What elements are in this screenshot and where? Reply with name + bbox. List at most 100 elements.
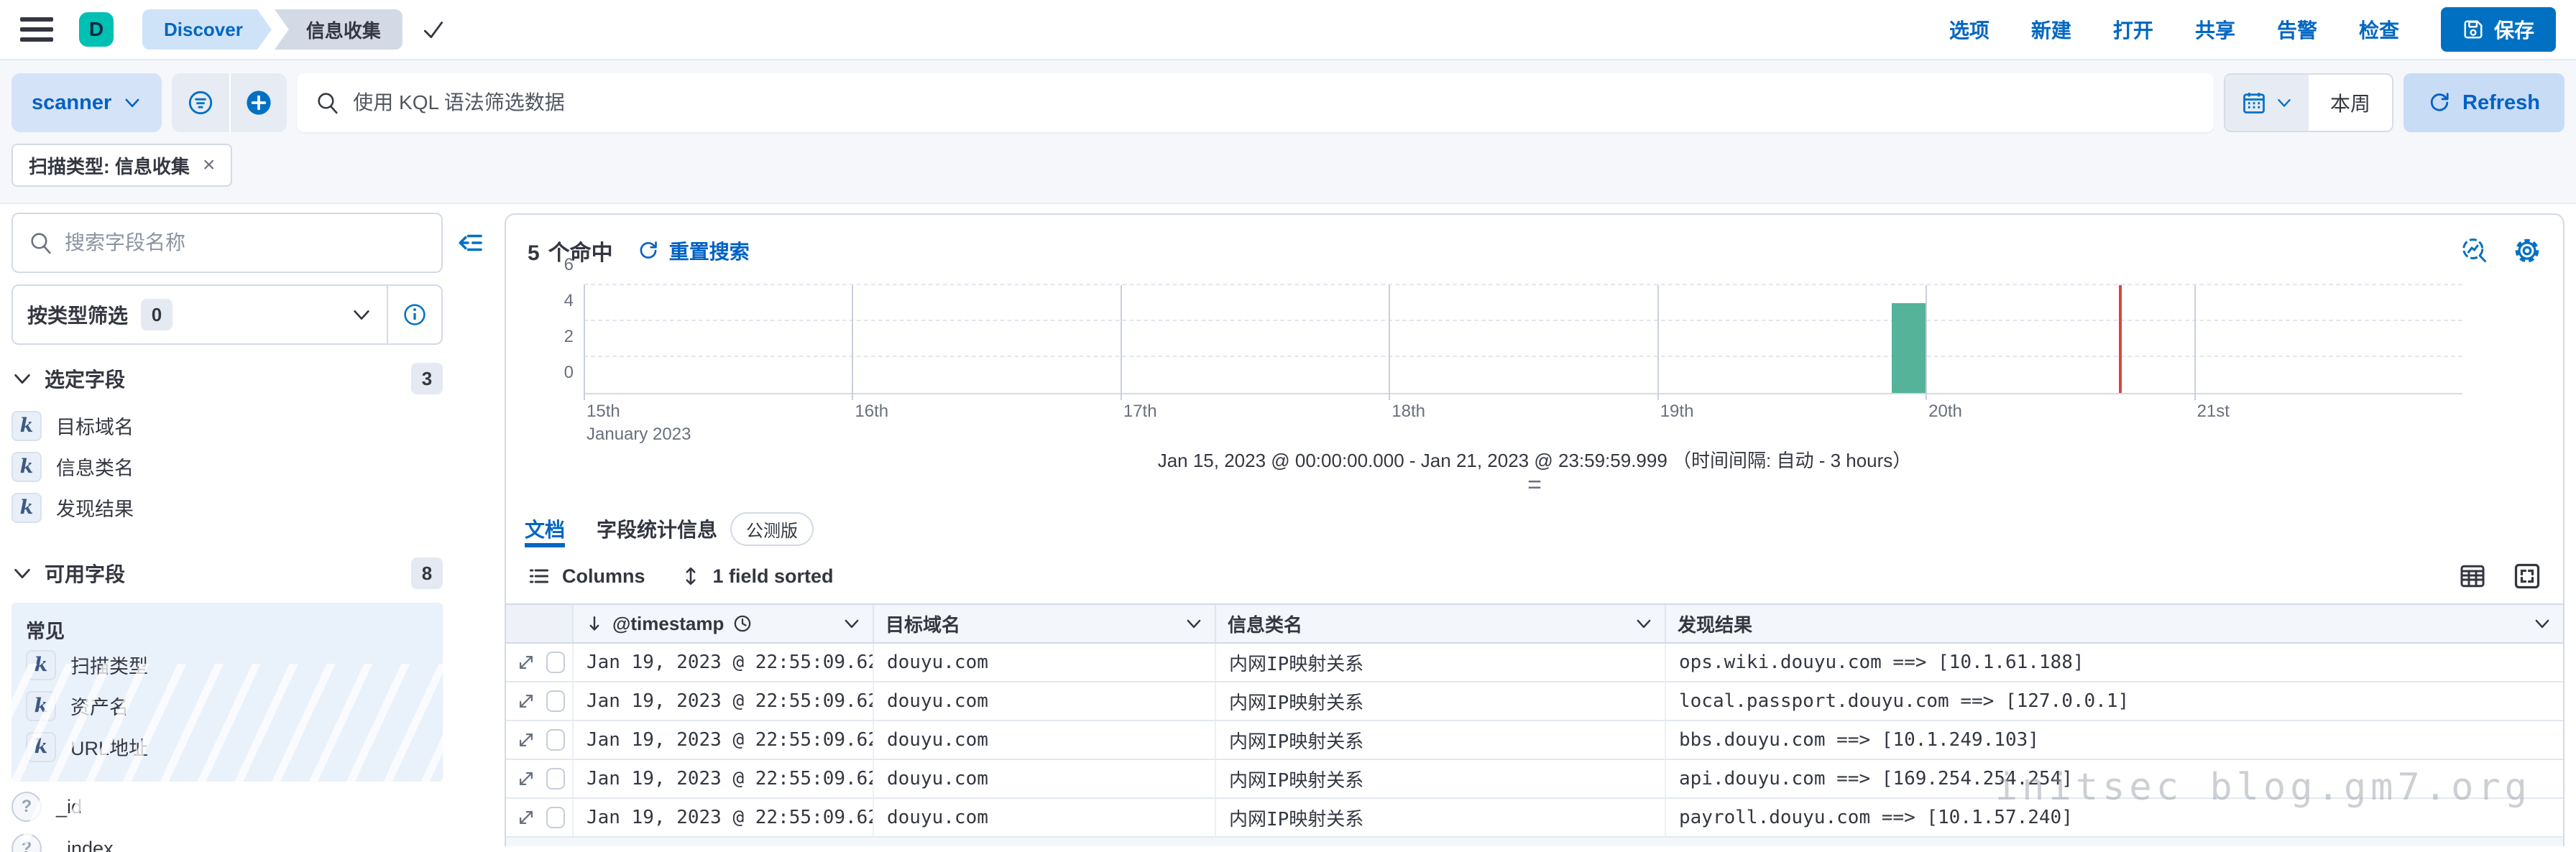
unknown-field-icon: ? [12,833,42,852]
table-header-row: @timestamp 目标域名 信息类名 发现结果 [506,603,2563,644]
columns-button-label: Columns [562,565,645,587]
column-header-label: 发现结果 [1678,613,1753,636]
refresh-button-label: Refresh [2462,91,2540,114]
row-checkbox[interactable] [546,807,565,828]
field-item-label: 发现结果 [56,499,134,520]
field-item[interactable]: k 发现结果 [12,487,477,528]
tab-field-statistics[interactable]: 字段统计信息 公测版 [597,510,814,547]
field-item[interactable]: ? _id [12,786,477,828]
field-item-label: _id [56,795,83,818]
time-picker-calendar-button[interactable] [2225,75,2309,131]
cell-timestamp: Jan 19, 2023 @ 22:55:09.621 [574,682,874,720]
cell-target-domain: douyu.com [874,799,1216,836]
field-item[interactable]: k 扫描类型 [26,644,428,685]
menu-hamburger-icon[interactable] [20,17,53,42]
sort-fields-button[interactable]: 1 field sorted [680,565,834,588]
time-range-value[interactable]: 本周 [2309,75,2392,131]
nav-menu-item[interactable]: 打开 [2113,15,2153,44]
display-options-table-icon[interactable] [2458,562,2487,591]
expand-row-icon[interactable] [516,769,536,789]
field-item[interactable]: ? _index [12,828,477,852]
results-tabs: 文档 字段统计信息 公测版 [506,510,2563,547]
save-floppy-icon [2462,19,2484,40]
nav-menu-item[interactable]: 告警 [2277,15,2317,44]
column-header-info-type[interactable]: 信息类名 [1216,605,1666,642]
breadcrumb: Discover 信息收集 [142,9,402,50]
nav-menu-item[interactable]: 共享 [2195,15,2235,44]
row-checkbox[interactable] [546,652,565,673]
kql-query-input[interactable] [353,91,2195,114]
cell-target-domain: douyu.com [874,721,1216,759]
x-axis-tick-label: 16th [855,402,889,421]
field-item[interactable]: k 资产名 [26,685,428,726]
current-time-marker [2119,285,2122,393]
available-fields-section-header[interactable]: 可用字段 8 [12,557,443,590]
add-filter-button[interactable] [229,73,287,132]
nav-menu-item[interactable]: 新建 [2031,15,2071,44]
table-row: Jan 19, 2023 @ 22:55:09.621 douyu.com 内网… [506,799,2563,838]
fullscreen-icon[interactable] [2513,562,2542,591]
search-icon [316,91,340,115]
refresh-button[interactable]: Refresh [2404,73,2564,132]
column-header-label: 目标域名 [886,613,961,636]
column-header-result[interactable]: 发现结果 [1666,605,2563,642]
results-header: 5 个命中 重置搜索 [506,215,2563,271]
chevron-down-icon [2533,614,2552,633]
histogram-plot[interactable]: 0 2 4 6 15th January 2023 16th 17th 18th 19th 20th… [564,255,2462,444]
row-checkbox[interactable] [546,729,565,751]
inspect-chart-icon[interactable] [2460,236,2488,265]
expand-row-icon[interactable] [516,807,536,828]
data-view-selector[interactable]: scanner [12,73,162,132]
expand-row-icon[interactable] [516,730,536,750]
field-item-label: 扫描类型 [70,656,148,677]
histogram-bar[interactable] [1892,303,1926,393]
cell-timestamp: Jan 19, 2023 @ 22:55:09.621 [574,760,874,797]
field-item[interactable]: k 目标域名 [12,405,477,446]
cell-result: api.douyu.com ==> [169.254.254.254] [1679,768,2073,790]
cell-timestamp: Jan 19, 2023 @ 22:55:09.621 [574,721,874,759]
filter-by-type-button[interactable]: 按类型筛选 0 [13,299,387,330]
chevron-down-icon [12,562,33,584]
breadcrumb-discover[interactable]: Discover [142,9,272,50]
chevron-down-icon [123,93,142,112]
tab-documents[interactable]: 文档 [525,510,566,547]
saved-query-menu-button[interactable] [172,73,229,132]
columns-button[interactable]: Columns [528,565,645,588]
reset-search-link[interactable]: 重置搜索 [638,236,750,265]
keyword-field-icon: k [12,410,42,441]
expand-row-icon[interactable] [516,652,536,672]
results-panel: 5 个命中 重置搜索 0 2 4 6 15th January 2023 16t… [505,213,2564,846]
field-item[interactable]: k URL地址 [26,726,428,767]
app-logo[interactable]: D [79,12,114,47]
row-checkbox[interactable] [546,690,565,712]
hits-number: 5 [528,241,540,265]
top-navbar: D Discover 信息收集 选项 新建 打开 共享 告警 检查 保存 [0,0,2576,60]
nav-menu-item[interactable]: 选项 [1949,15,1990,44]
selected-fields-label: 选定字段 [45,369,126,391]
filter-by-type-label: 按类型筛选 [27,305,129,327]
nav-menu-item[interactable]: 检查 [2359,15,2399,44]
save-button[interactable]: 保存 [2440,7,2556,52]
field-item[interactable]: k 信息类名 [12,446,477,487]
field-info-button[interactable] [387,286,441,343]
y-axis-tick-label: 2 [564,327,574,347]
available-fields-label: 可用字段 [45,563,126,585]
filter-pill[interactable]: 扫描类型: 信息收集 × [12,144,233,187]
column-header-timestamp[interactable]: @timestamp [574,605,874,642]
keyword-field-icon: k [26,731,56,762]
cell-result: ops.wiki.douyu.com ==> [10.1.61.188] [1679,652,2084,673]
selected-fields-section-header[interactable]: 选定字段 3 [12,362,443,395]
remove-filter-icon[interactable]: × [203,153,216,177]
collapse-sidebar-icon[interactable] [456,228,484,257]
column-header-target-domain[interactable]: 目标域名 [874,605,1216,642]
chevron-down-icon [1634,614,1653,633]
gear-icon[interactable] [2513,236,2542,265]
nav-menu: 选项 新建 打开 共享 告警 检查 [1949,15,2399,44]
table-body: Jan 19, 2023 @ 22:55:09.621 douyu.com 内网… [506,644,2563,838]
calendar-icon [2241,90,2267,116]
row-checkbox[interactable] [546,768,565,790]
y-axis-tick-label: 6 [564,255,574,274]
chart-resize-handle[interactable]: = [506,473,2563,500]
expand-row-icon[interactable] [516,691,536,711]
field-search-input[interactable] [65,231,426,254]
